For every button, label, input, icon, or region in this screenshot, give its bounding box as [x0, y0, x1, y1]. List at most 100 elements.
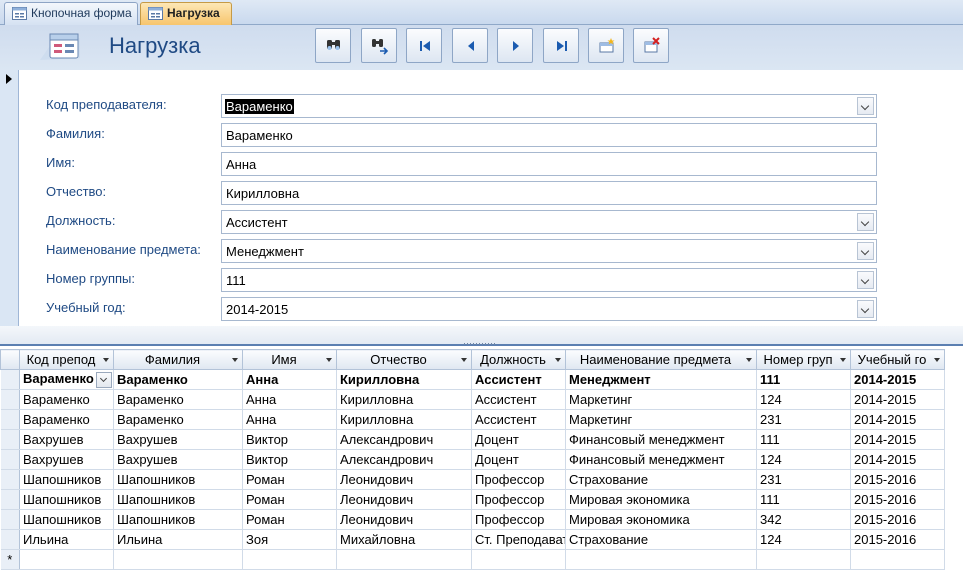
table-cell[interactable]: 111 — [756, 429, 851, 450]
table-cell[interactable] — [756, 549, 851, 570]
tab-switchboard[interactable]: Кнопочная форма — [4, 2, 138, 25]
column-header-subject[interactable]: Наименование предмета — [565, 349, 757, 370]
table-cell[interactable]: Виктор — [242, 429, 337, 450]
table-cell[interactable]: 111 — [756, 489, 851, 510]
table-cell[interactable]: Профессор — [471, 489, 566, 510]
table-cell[interactable]: Анна — [242, 369, 337, 390]
column-header-patronymic[interactable]: Отчество — [336, 349, 472, 370]
table-cell[interactable]: Мировая экономика — [565, 489, 757, 510]
table-cell[interactable]: Александрович — [336, 449, 472, 470]
table-cell[interactable]: Профессор — [471, 469, 566, 490]
table-cell[interactable]: 2015-2016 — [850, 489, 945, 510]
sort-dropdown-icon[interactable] — [934, 358, 940, 362]
table-cell[interactable]: 2014-2015 — [850, 449, 945, 470]
table-cell[interactable]: Ст. Преподаватель — [471, 529, 566, 550]
dropdown-arrow-icon[interactable] — [857, 242, 874, 260]
table-cell[interactable]: 2014-2015 — [850, 429, 945, 450]
table-row[interactable]: Шапошников Шапошников Роман Леонидович Профе… — [0, 469, 945, 490]
subject-combo[interactable]: Менеджмент — [221, 239, 877, 263]
dropdown-arrow-icon[interactable] — [857, 300, 874, 318]
column-header-position[interactable]: Должность — [471, 349, 566, 370]
table-cell[interactable]: Михайловна — [336, 529, 472, 550]
table-cell[interactable]: Вараменко — [19, 369, 114, 390]
splitter-grip-icon[interactable] — [464, 343, 496, 345]
table-cell[interactable]: Ассистент — [471, 389, 566, 410]
last-name-field[interactable]: Вараменко — [221, 123, 877, 147]
sort-dropdown-icon[interactable] — [840, 358, 846, 362]
dropdown-arrow-icon[interactable] — [857, 97, 874, 115]
row-selector[interactable] — [0, 529, 20, 550]
table-cell[interactable]: Шапошников — [19, 469, 114, 490]
table-cell[interactable] — [19, 549, 114, 570]
sort-dropdown-icon[interactable] — [232, 358, 238, 362]
delete-record-button[interactable] — [633, 28, 669, 63]
table-cell[interactable]: Вараменко — [113, 369, 243, 390]
table-cell[interactable]: Финансовый менеджмент — [565, 449, 757, 470]
dropdown-arrow-icon[interactable] — [95, 371, 112, 388]
table-cell[interactable]: Вахрушев — [113, 449, 243, 470]
last-record-button[interactable] — [543, 28, 579, 63]
table-cell[interactable]: Анна — [242, 389, 337, 410]
table-cell[interactable]: Кирилловна — [336, 389, 472, 410]
table-cell[interactable]: Вараменко — [19, 409, 114, 430]
first-record-button[interactable] — [406, 28, 442, 63]
table-cell[interactable]: 2015-2016 — [850, 529, 945, 550]
table-cell[interactable]: Леонидович — [336, 489, 472, 510]
row-selector[interactable] — [0, 509, 20, 530]
table-cell[interactable]: Мировая экономика — [565, 509, 757, 530]
table-cell[interactable]: Доцент — [471, 449, 566, 470]
table-row[interactable]: Шапошников Шапошников Роман Леонидович Профе… — [0, 489, 945, 510]
table-cell[interactable] — [565, 549, 757, 570]
table-cell[interactable]: 2014-2015 — [850, 389, 945, 410]
table-cell[interactable]: Леонидович — [336, 469, 472, 490]
sort-dropdown-icon[interactable] — [103, 358, 109, 362]
find-button[interactable] — [315, 28, 351, 63]
table-cell[interactable]: Ильина — [113, 529, 243, 550]
table-row[interactable]: Шапошников Шапошников Роман Леонидович Профе… — [0, 509, 945, 530]
table-cell[interactable]: 2015-2016 — [850, 509, 945, 530]
row-selector[interactable] — [0, 449, 20, 470]
previous-record-button[interactable] — [452, 28, 488, 63]
table-cell[interactable]: 124 — [756, 449, 851, 470]
table-cell[interactable]: 124 — [756, 389, 851, 410]
table-cell[interactable] — [850, 549, 945, 570]
tab-nagruzka[interactable]: Нагрузка — [140, 2, 232, 25]
academic-year-combo[interactable]: 2014-2015 — [221, 297, 877, 321]
table-cell[interactable]: 2014-2015 — [850, 409, 945, 430]
table-cell[interactable]: Менеджмент — [565, 369, 757, 390]
table-cell[interactable]: Вараменко — [113, 389, 243, 410]
table-cell[interactable]: Вараменко — [113, 409, 243, 430]
table-cell[interactable]: Профессор — [471, 509, 566, 530]
table-cell[interactable]: Леонидович — [336, 509, 472, 530]
table-cell[interactable]: Шапошников — [19, 489, 114, 510]
dropdown-arrow-icon[interactable] — [857, 213, 874, 231]
sort-dropdown-icon[interactable] — [746, 358, 752, 362]
patronymic-field[interactable]: Кирилловна — [221, 181, 877, 205]
table-cell[interactable]: Анна — [242, 409, 337, 430]
group-number-combo[interactable]: 111 — [221, 268, 877, 292]
table-cell[interactable]: 342 — [756, 509, 851, 530]
table-cell[interactable] — [336, 549, 472, 570]
select-all-button[interactable] — [0, 349, 20, 370]
row-selector[interactable] — [0, 469, 20, 490]
teacher-code-combo[interactable]: Вараменко — [221, 94, 877, 118]
sort-dropdown-icon[interactable] — [555, 358, 561, 362]
position-combo[interactable]: Ассистент — [221, 210, 877, 234]
table-cell[interactable]: Вараменко — [19, 389, 114, 410]
find-next-button[interactable] — [361, 28, 397, 63]
table-cell[interactable] — [113, 549, 243, 570]
table-cell[interactable]: Финансовый менеджмент — [565, 429, 757, 450]
table-cell[interactable]: 231 — [756, 409, 851, 430]
table-cell[interactable] — [471, 549, 566, 570]
table-cell[interactable]: Страхование — [565, 469, 757, 490]
row-selector[interactable] — [0, 389, 20, 410]
table-row[interactable]: Вахрушев Вахрушев Виктор Александрович Доцен… — [0, 449, 945, 470]
table-cell[interactable]: Шапошников — [113, 509, 243, 530]
table-cell[interactable] — [242, 549, 337, 570]
table-cell[interactable]: Кирилловна — [336, 369, 472, 390]
new-record-button[interactable] — [588, 28, 624, 63]
table-row[interactable]: Вараменко Вараменко Анна Кирилловна Ассистен… — [0, 409, 945, 430]
column-header-teacher-code[interactable]: Код препод — [19, 349, 114, 370]
table-cell[interactable]: Зоя — [242, 529, 337, 550]
table-cell[interactable]: Вахрушев — [19, 429, 114, 450]
